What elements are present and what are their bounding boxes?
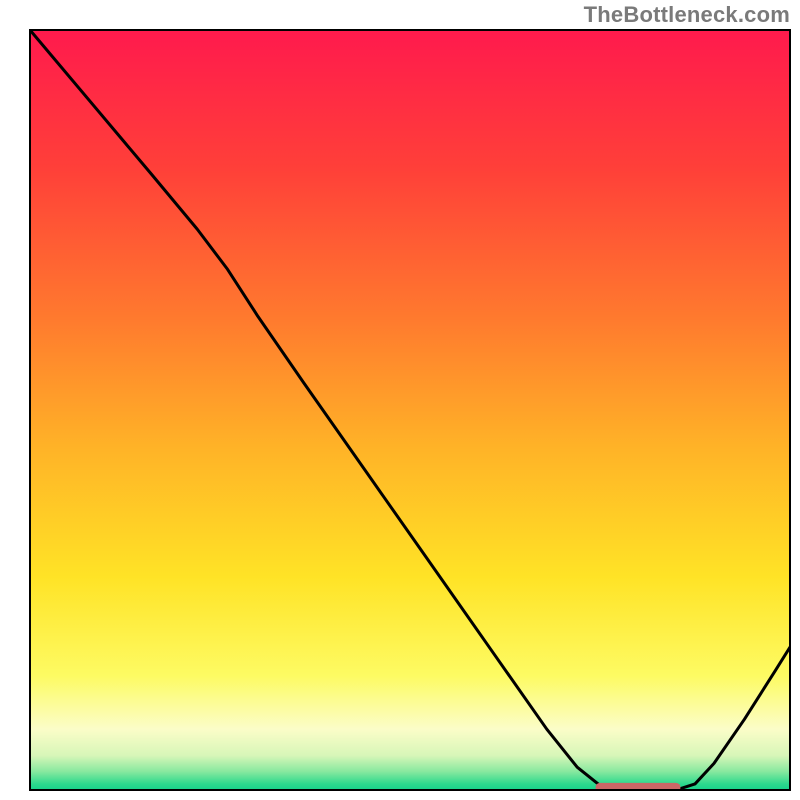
plot-background xyxy=(30,30,790,790)
bottleneck-chart xyxy=(0,0,800,800)
